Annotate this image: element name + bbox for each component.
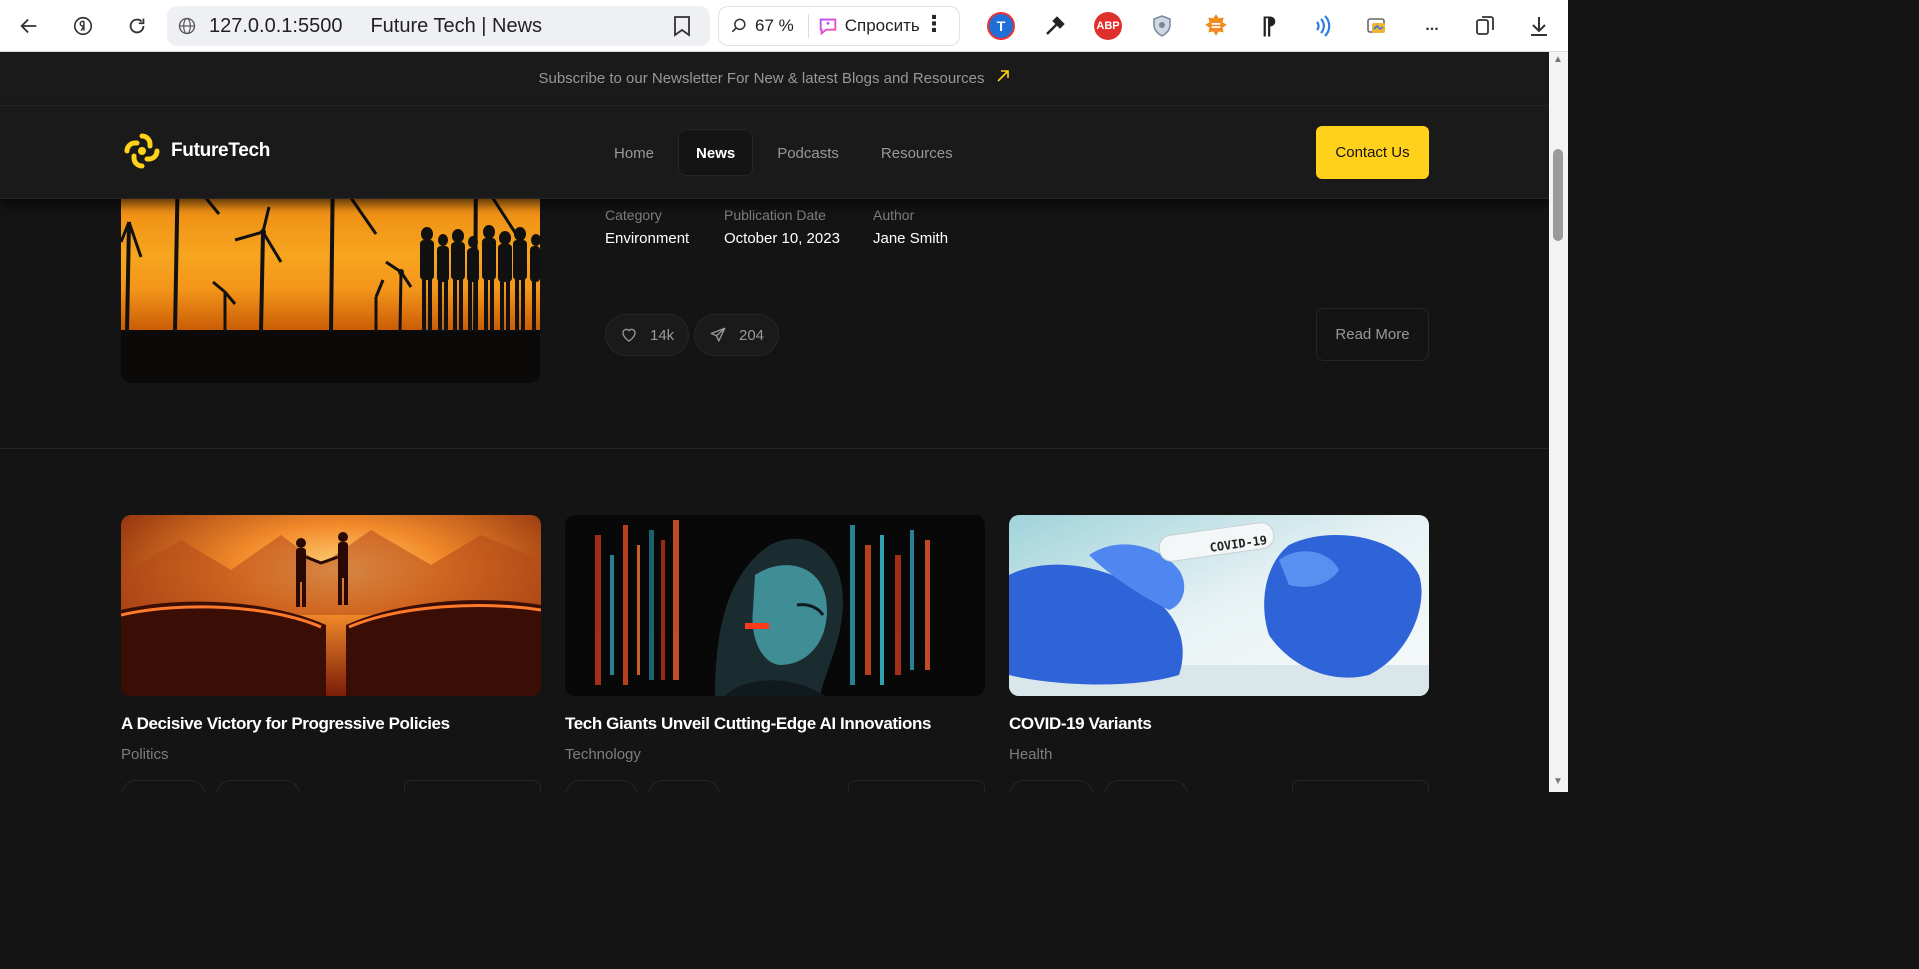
card-image[interactable]: [121, 515, 541, 696]
download-icon[interactable]: [1525, 12, 1553, 40]
ask-button[interactable]: Спросить: [845, 16, 920, 36]
bookmark-icon[interactable]: [672, 15, 692, 37]
contact-us-button[interactable]: Contact Us: [1316, 126, 1429, 179]
share-button[interactable]: 204: [694, 314, 780, 356]
divider: [807, 14, 809, 38]
url-text: 127.0.0.1:5500: [209, 14, 343, 37]
news-card[interactable]: A Decisive Victory for Progressive Polic…: [121, 515, 541, 792]
card-image[interactable]: COVID-19: [1009, 515, 1429, 696]
scroll-up-icon[interactable]: ▲: [1553, 54, 1563, 65]
page-scrollbar[interactable]: ▲ ▼: [1549, 52, 1568, 792]
like-button[interactable]: [565, 780, 637, 792]
search-zoom-icon[interactable]: [729, 16, 749, 36]
nav-podcasts[interactable]: Podcasts: [759, 129, 857, 176]
wifi-extension-icon[interactable]: [1309, 12, 1337, 40]
globe-icon: [178, 17, 196, 35]
section-divider: [0, 448, 1549, 449]
read-more-button[interactable]: Read More: [1316, 308, 1429, 361]
tab-title: Future Tech | News: [370, 14, 543, 37]
nav-home[interactable]: Home: [596, 129, 672, 176]
like-button[interactable]: [1009, 780, 1093, 792]
card-title[interactable]: Tech Giants Unveil Cutting-Edge AI Innov…: [565, 714, 985, 734]
brand-logo[interactable]: FutureTech: [121, 130, 270, 172]
browser-toolbar: 127.0.0.1:5500 Future Tech | News 67 % С…: [0, 0, 1568, 52]
newsletter-banner[interactable]: Subscribe to our Newsletter For New & la…: [0, 52, 1549, 106]
collections-icon[interactable]: [1471, 12, 1499, 40]
adblock-extension-icon[interactable]: ABP: [1094, 12, 1122, 40]
meta-author: Author Jane Smith: [873, 207, 948, 247]
extensions-overflow[interactable]: ...: [1418, 12, 1446, 40]
brand-name: FutureTech: [171, 140, 271, 161]
nav-resources[interactable]: Resources: [863, 129, 971, 176]
like-button[interactable]: [121, 780, 205, 792]
main-nav: Home News Podcasts Resources: [596, 129, 971, 176]
like-button[interactable]: 14k: [605, 314, 690, 356]
alice-chat-icon[interactable]: [817, 15, 839, 37]
nav-news[interactable]: News: [678, 129, 754, 176]
screenshot-extension-icon[interactable]: [1363, 12, 1391, 40]
meta-label: Author: [873, 207, 915, 223]
meta-value: Jane Smith: [873, 230, 949, 247]
scrollbar-thumb[interactable]: [1553, 149, 1563, 241]
sun-extension-icon[interactable]: [1202, 12, 1230, 40]
send-icon: [710, 327, 726, 342]
yandex-icon[interactable]: [65, 8, 101, 44]
like-count: 14k: [650, 326, 675, 344]
assistant-bar: 67 % Спросить ⋮: [718, 6, 960, 46]
site-header: FutureTech Home News Podcasts Resources …: [0, 106, 1549, 199]
futuretech-logo-icon: [124, 133, 160, 169]
heart-icon: [622, 328, 636, 342]
read-more-button[interactable]: [1292, 780, 1429, 792]
meta-publication-date: Publication Date October 10, 2023: [724, 207, 840, 247]
meta-label: Category: [605, 207, 662, 223]
address-bar[interactable]: 127.0.0.1:5500 Future Tech | News: [167, 6, 710, 46]
card-category: Politics: [121, 746, 169, 763]
card-title[interactable]: COVID-19 Variants: [1009, 714, 1429, 734]
meta-value: October 10, 2023: [724, 230, 840, 247]
eyedropper-extension-icon[interactable]: [1041, 12, 1069, 40]
card-title[interactable]: A Decisive Victory for Progressive Polic…: [121, 714, 541, 734]
card-category: Health: [1009, 746, 1053, 763]
news-card[interactable]: COVID-19 COVID-19 Variants Health: [1009, 515, 1429, 792]
translate-extension-icon[interactable]: T: [987, 12, 1015, 40]
zoom-level[interactable]: 67 %: [755, 16, 794, 36]
share-button[interactable]: [648, 780, 720, 792]
web-page: Subscribe to our Newsletter For New & la…: [0, 52, 1549, 792]
card-category: Technology: [565, 746, 641, 763]
shield-extension-icon[interactable]: [1148, 12, 1176, 40]
read-more-button[interactable]: [404, 780, 541, 792]
back-icon[interactable]: [11, 8, 47, 44]
share-button[interactable]: [1104, 780, 1188, 792]
read-more-button[interactable]: [848, 780, 985, 792]
scroll-down-icon[interactable]: ▼: [1553, 776, 1563, 787]
paragraph-extension-icon[interactable]: ⁋: [1255, 12, 1283, 40]
meta-label: Publication Date: [724, 207, 826, 223]
meta-value: Environment: [605, 230, 690, 247]
share-count: 204: [739, 326, 765, 344]
reload-icon[interactable]: [119, 8, 155, 44]
meta-category: Category Environment: [605, 207, 689, 247]
more-menu-icon[interactable]: ⋮: [923, 13, 945, 35]
news-card[interactable]: Tech Giants Unveil Cutting-Edge AI Innov…: [565, 515, 985, 792]
newsletter-text: Subscribe to our Newsletter For New & la…: [538, 70, 985, 87]
card-image[interactable]: [565, 515, 985, 696]
arrow-up-right-icon: [995, 68, 1011, 89]
share-button[interactable]: [216, 780, 300, 792]
